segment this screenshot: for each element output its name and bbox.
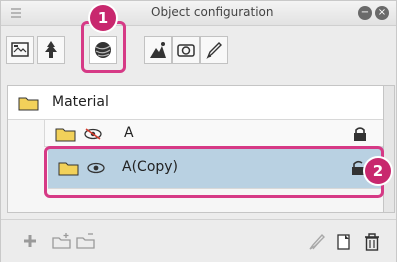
title-bar: Object configuration − × — [1, 1, 396, 26]
callout-badge-2: 2 — [365, 158, 391, 184]
pen-icon — [206, 42, 222, 60]
toolbar — [1, 26, 396, 76]
folder-icon — [18, 97, 39, 111]
eye-hidden-icon[interactable] — [83, 127, 103, 141]
lock-icon[interactable] — [351, 125, 369, 143]
camera-icon — [177, 44, 195, 57]
tree-button[interactable] — [37, 36, 65, 64]
frame-icon — [11, 42, 29, 57]
landscape-icon — [150, 42, 166, 58]
scrollbar[interactable] — [384, 85, 395, 213]
folder-icon — [55, 128, 76, 142]
panel-title: Object configuration — [151, 5, 274, 19]
brush-icon[interactable] — [307, 232, 327, 252]
trash-icon[interactable] — [362, 232, 382, 252]
item-a-label: A — [124, 125, 134, 141]
minimize-button[interactable]: − — [358, 6, 372, 20]
callout-badge-1: 1 — [90, 5, 116, 31]
object-configuration-panel: Object configuration − × Material A A(Co… — [0, 0, 397, 262]
camera-button[interactable] — [172, 36, 200, 64]
landscape-button[interactable] — [144, 36, 172, 64]
close-button[interactable]: × — [375, 6, 389, 20]
bottom-toolbar — [1, 219, 396, 262]
new-folder-icon[interactable] — [51, 232, 73, 250]
list-item-a[interactable]: A — [44, 120, 383, 147]
tree-icon — [45, 41, 57, 58]
copy-icon[interactable] — [335, 232, 353, 252]
add-icon[interactable] — [21, 232, 39, 250]
drag-grip-icon[interactable] — [11, 8, 21, 18]
pen-button[interactable] — [200, 36, 228, 64]
callout-highlight-row — [44, 146, 384, 198]
frame-button[interactable] — [6, 36, 34, 64]
new-folder-alt-icon[interactable] — [75, 232, 97, 250]
list-item-material-folder[interactable]: Material — [8, 86, 383, 120]
folder-label: Material — [52, 94, 109, 110]
